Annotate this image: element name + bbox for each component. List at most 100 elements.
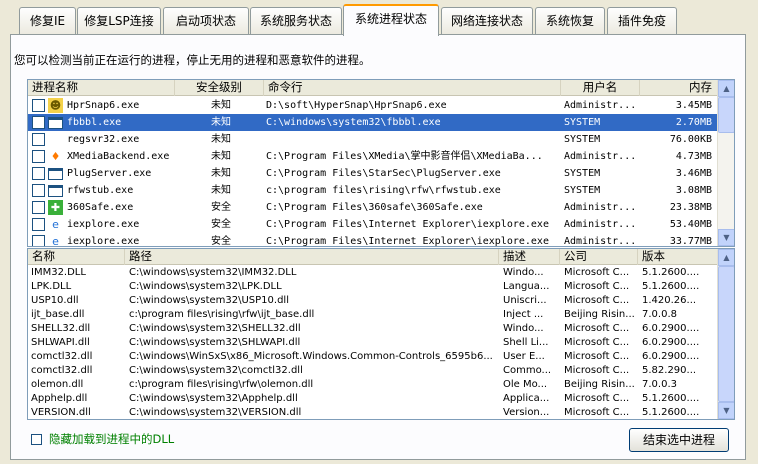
process-row[interactable]: ♦ XMediaBackend.exe 未知 C:\Program Files\XMe…: [28, 148, 718, 165]
process-checkbox[interactable]: [32, 201, 45, 214]
process-row[interactable]: rfwstub.exe 未知 c:\program files\rising\rfw…: [28, 182, 718, 199]
module-version: 5.82.290...: [642, 365, 697, 376]
tab-repair-lsp[interactable]: 修复LSP连接: [77, 7, 161, 34]
module-company: Microsoft C...: [564, 323, 630, 334]
process-row[interactable]: regsvr32.exe 未知 SYSTEM 76.00KB: [28, 131, 718, 148]
module-company: Microsoft C...: [564, 295, 630, 306]
process-row[interactable]: e iexplore.exe 安全 C:\Program Files\Internet…: [28, 233, 718, 247]
col-command-line[interactable]: 命令行: [264, 80, 561, 96]
module-name: IMM32.DLL: [31, 267, 86, 278]
process-memory: 3.08MB: [675, 185, 712, 196]
process-name: iexplore.exe: [67, 219, 140, 230]
process-command-line: c:\program files\rising\rfw\rfwstub.exe: [266, 185, 501, 196]
process-name: 360Safe.exe: [67, 202, 134, 213]
process-row[interactable]: ✚ 360Safe.exe 安全 C:\Program Files\360safe\3…: [28, 199, 718, 216]
module-path: C:\windows\system32\USP10.dll: [129, 295, 289, 306]
col-username[interactable]: 用户名: [561, 80, 640, 96]
module-path: C:\windows\system32\Apphelp.dll: [129, 393, 298, 404]
module-name: ijt_base.dll: [31, 309, 85, 320]
tab-system-services[interactable]: 系统服务状态: [250, 7, 342, 34]
module-row[interactable]: Apphelp.dll C:\windows\system32\Apphelp.d…: [28, 392, 720, 406]
module-row[interactable]: olemon.dll c:\program files\rising\rfw\ol…: [28, 378, 720, 392]
tab-system-restore[interactable]: 系统恢复: [535, 7, 605, 34]
process-checkbox[interactable]: [32, 235, 45, 246]
module-row[interactable]: USP10.dll C:\windows\system32\USP10.dll Un…: [28, 294, 720, 308]
process-table: 进程名称 安全级别 命令行 用户名 内存 ☻ HprSnap6.exe 未知 D:\s…: [27, 79, 735, 247]
col-module-company[interactable]: 公司: [560, 249, 638, 265]
tab-repair-ie[interactable]: 修复IE: [19, 7, 76, 34]
process-name: XMediaBackend.exe: [67, 151, 170, 162]
process-security-level: 未知: [211, 134, 231, 145]
module-row[interactable]: VERSION.dll C:\windows\system32\VERSION.d…: [28, 406, 720, 419]
module-row[interactable]: comctl32.dll C:\windows\WinSxS\x86_Micros…: [28, 350, 720, 364]
process-row[interactable]: PlugServer.exe 未知 C:\Program Files\StarSec…: [28, 165, 718, 182]
process-row[interactable]: fbbbl.exe 未知 C:\windows\system32\fbbbl.exe…: [28, 114, 718, 131]
tab-system-processes[interactable]: 系统进程状态: [343, 4, 439, 36]
process-memory: 2.70MB: [675, 117, 712, 128]
col-memory[interactable]: 内存: [640, 80, 719, 96]
module-name: LPK.DLL: [31, 281, 72, 292]
module-table-scrollbar[interactable]: ▲ ▼: [717, 249, 734, 419]
window-icon: [48, 168, 63, 180]
process-memory: 33.77MB: [669, 236, 712, 247]
process-security-level: 未知: [211, 151, 231, 162]
window-icon: [48, 117, 63, 129]
col-module-name[interactable]: 名称: [28, 249, 125, 265]
module-path: C:\windows\system32\SHELL32.dll: [129, 323, 301, 334]
module-company: Microsoft C...: [564, 281, 630, 292]
module-row[interactable]: SHELL32.dll C:\windows\system32\SHELL32.d…: [28, 322, 720, 336]
process-table-scrollbar[interactable]: ▲ ▼: [717, 80, 734, 246]
tab-network-connections[interactable]: 网络连接状态: [441, 7, 533, 34]
hide-dll-checkbox[interactable]: [31, 434, 42, 445]
tab-plugin-immunity[interactable]: 插件免疫: [607, 7, 677, 34]
module-row[interactable]: LPK.DLL C:\windows\system32\LPK.DLL Langua…: [28, 280, 720, 294]
module-path: C:\windows\system32\SHLWAPI.dll: [129, 337, 301, 348]
intro-text: 您可以检测当前正在运行的进程，停止无用的进程和恶意软件的进程。: [14, 53, 371, 67]
module-row[interactable]: SHLWAPI.dll C:\windows\system32\SHLWAPI.d…: [28, 336, 720, 350]
process-checkbox[interactable]: [32, 116, 45, 129]
scroll-down-icon[interactable]: ▼: [718, 402, 734, 419]
process-checkbox[interactable]: [32, 167, 45, 180]
hide-dll-label[interactable]: 隐藏加载到进程中的DLL: [49, 431, 174, 447]
module-description: User E...: [503, 351, 545, 362]
scroll-thumb[interactable]: [718, 97, 734, 133]
module-description: Uniscri...: [503, 295, 547, 306]
module-table-header: 名称 路径 描述 公司 版本: [28, 249, 734, 265]
process-checkbox[interactable]: [32, 99, 45, 112]
process-memory: 76.00KB: [669, 134, 712, 145]
process-checkbox[interactable]: [32, 218, 45, 231]
col-module-path[interactable]: 路径: [125, 249, 499, 265]
process-row[interactable]: e iexplore.exe 安全 C:\Program Files\Internet…: [28, 216, 718, 233]
col-module-version[interactable]: 版本: [638, 249, 719, 265]
module-description: Shell Li...: [503, 337, 549, 348]
process-username: Administr...: [564, 202, 637, 213]
module-description: Windo...: [503, 267, 544, 278]
module-name: USP10.dll: [31, 295, 79, 306]
process-checkbox[interactable]: [32, 184, 45, 197]
module-row[interactable]: comctl32.dll C:\windows\system32\comctl32…: [28, 364, 720, 378]
tab-startup-items[interactable]: 启动项状态: [163, 7, 249, 34]
module-row[interactable]: ijt_base.dll c:\program files\rising\rfw\…: [28, 308, 720, 322]
end-process-button[interactable]: 结束选中进程: [629, 428, 729, 452]
scroll-down-icon[interactable]: ▼: [718, 229, 734, 246]
col-process-name[interactable]: 进程名称: [28, 80, 175, 96]
process-checkbox[interactable]: [32, 150, 45, 163]
module-path: C:\windows\system32\LPK.DLL: [129, 281, 282, 292]
module-version: 1.420.26...: [642, 295, 697, 306]
module-version: 6.0.2900....: [642, 323, 700, 334]
process-username: Administr...: [564, 219, 637, 230]
process-command-line: [266, 131, 558, 148]
process-checkbox[interactable]: [32, 133, 45, 146]
scroll-up-icon[interactable]: ▲: [718, 249, 734, 266]
process-command-line: C:\Program Files\Internet Explorer\iexpl…: [266, 236, 549, 247]
scroll-thumb[interactable]: [718, 266, 734, 402]
col-security-level[interactable]: 安全级别: [175, 80, 264, 96]
process-command-line: D:\soft\HyperSnap\HprSnap6.exe: [266, 100, 447, 111]
scroll-up-icon[interactable]: ▲: [718, 80, 734, 97]
module-name: comctl32.dll: [31, 365, 93, 376]
col-module-description[interactable]: 描述: [499, 249, 560, 265]
process-security-level: 安全: [211, 202, 231, 213]
flame-icon: ♦: [50, 150, 61, 163]
process-row[interactable]: ☻ HprSnap6.exe 未知 D:\soft\HyperSnap\HprSnap…: [28, 97, 718, 114]
module-row[interactable]: IMM32.DLL C:\windows\system32\IMM32.DLL Wi…: [28, 266, 720, 280]
